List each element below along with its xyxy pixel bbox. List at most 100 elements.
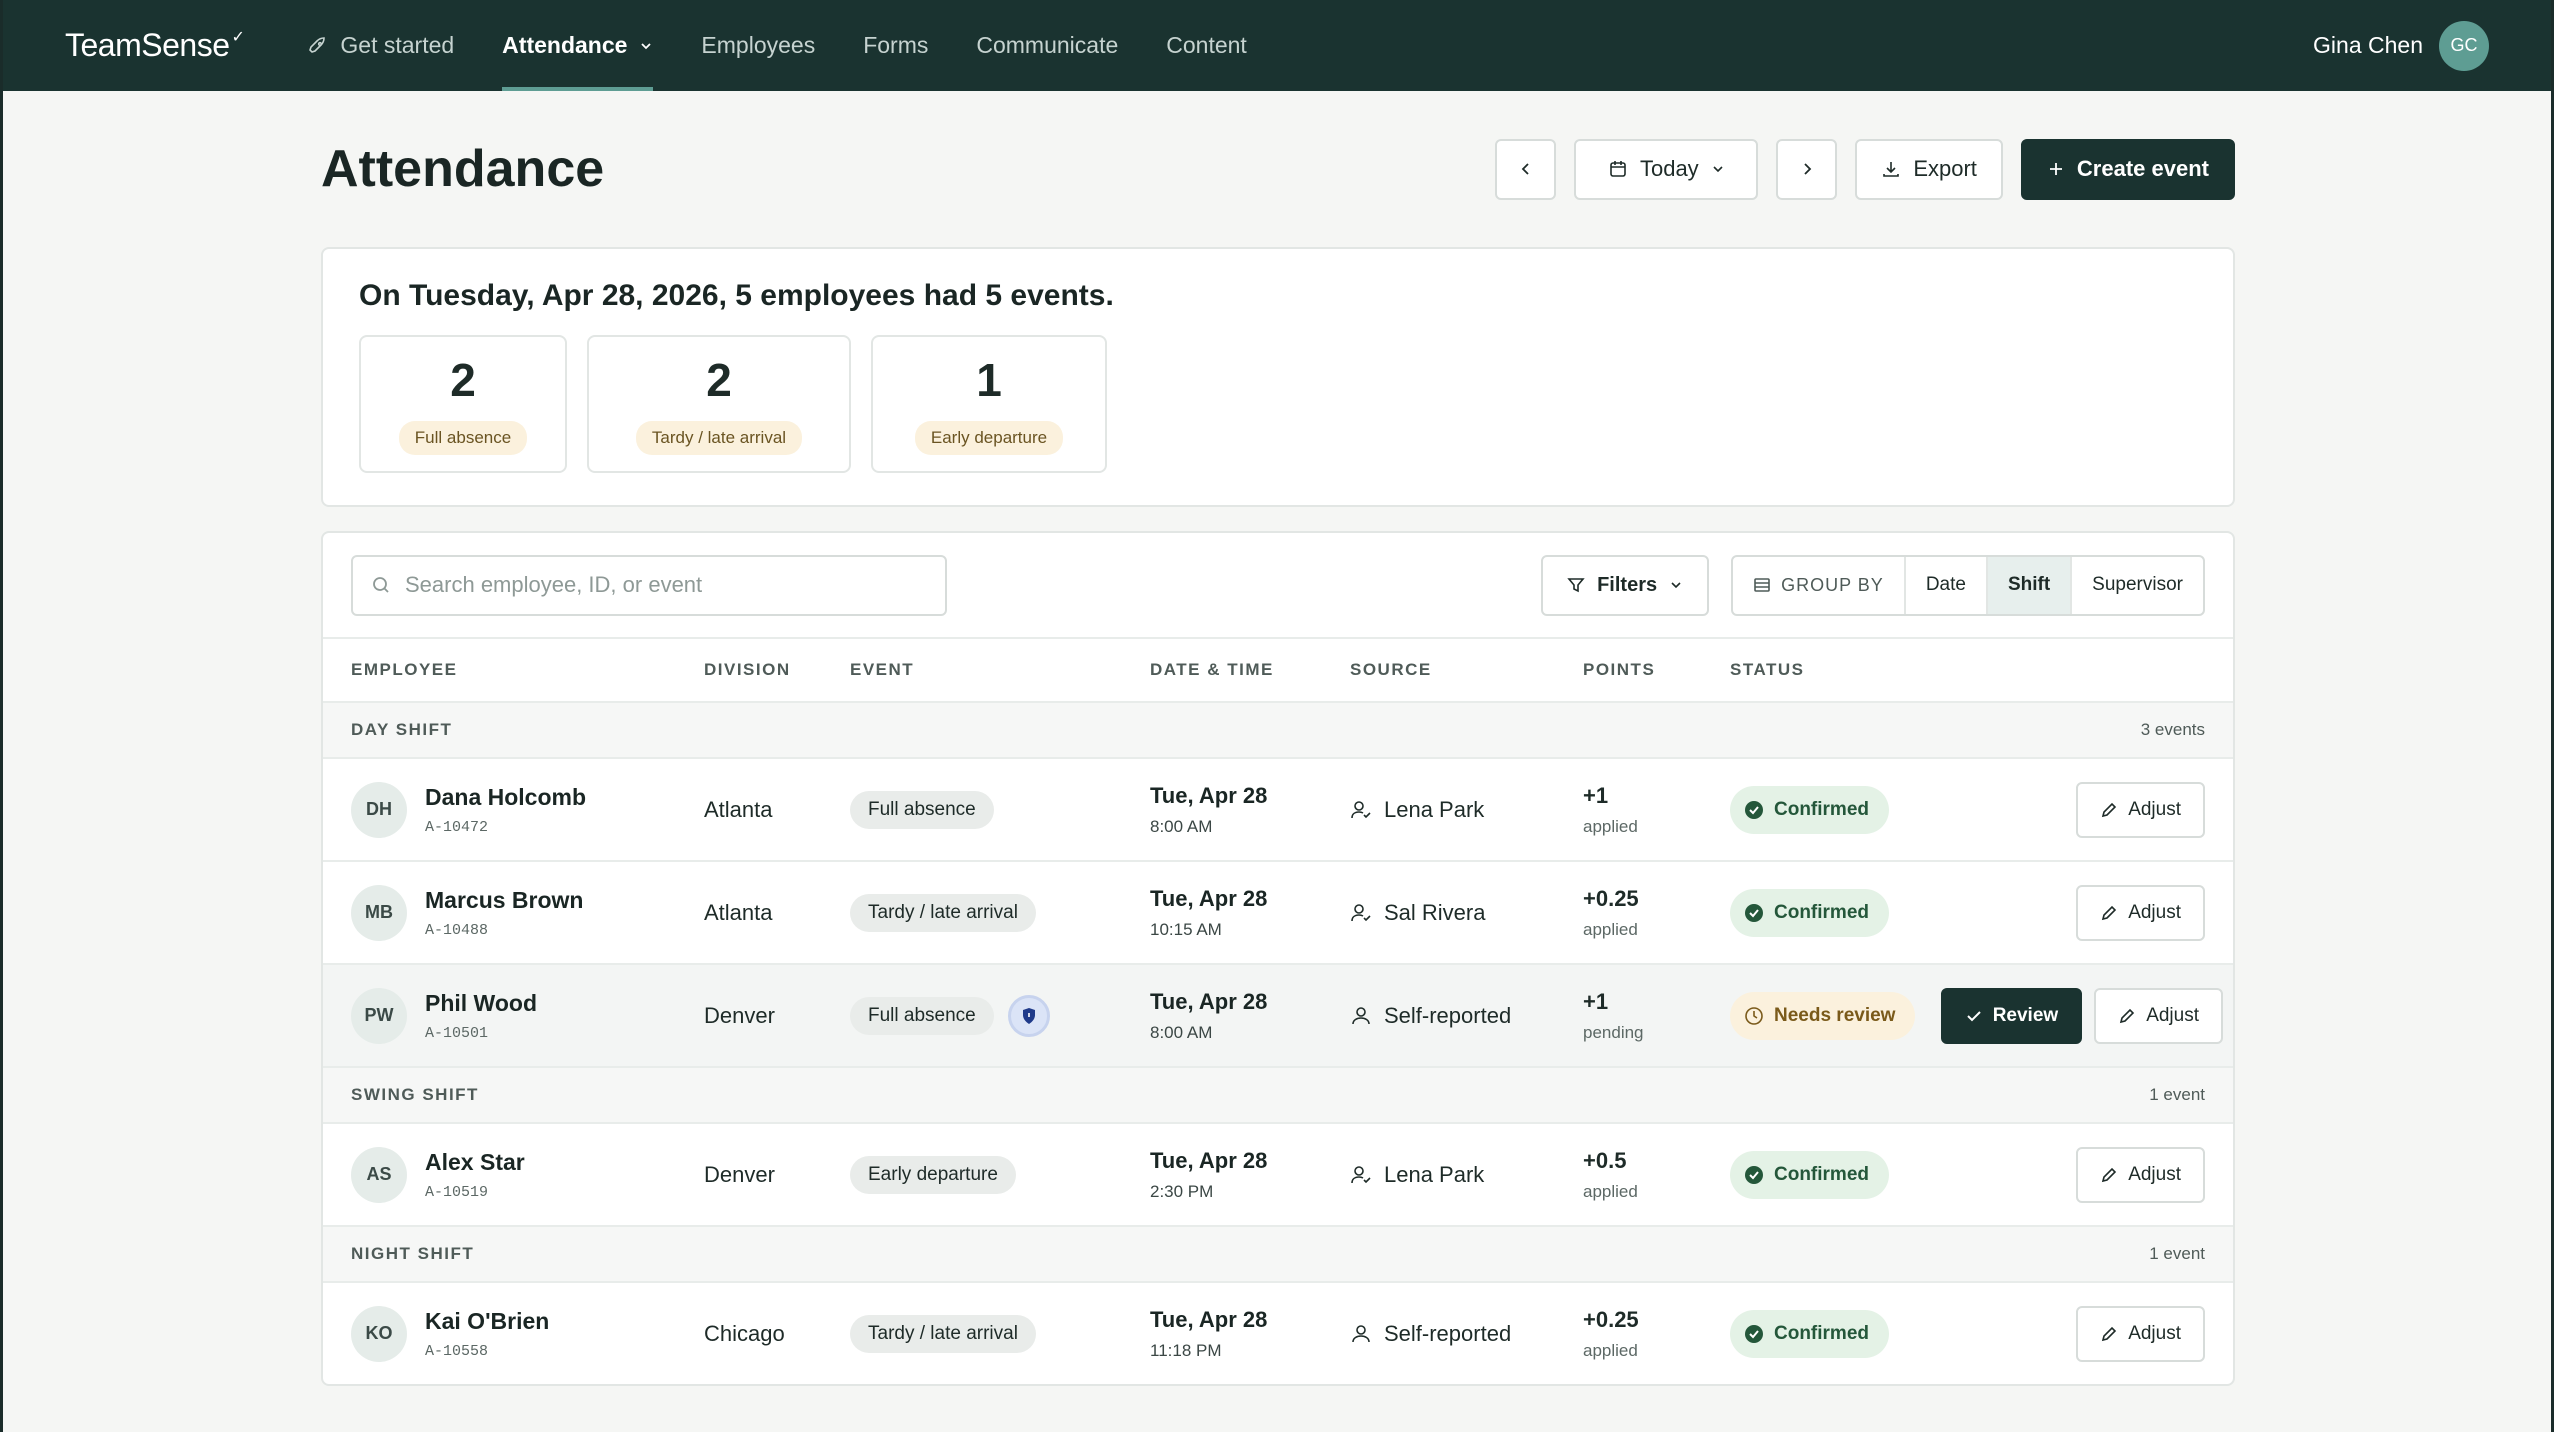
status-badge: Confirmed bbox=[1730, 1309, 1889, 1358]
adjust-button[interactable]: Adjust bbox=[2076, 1146, 2205, 1203]
event-cell: Early departure bbox=[850, 1155, 1150, 1194]
table-row[interactable]: KO Kai O'Brien A-10558 Chicago Tardy / la… bbox=[323, 1281, 2233, 1384]
event-time: 10:15 AM bbox=[1150, 919, 1222, 939]
adjust-button[interactable]: Adjust bbox=[2094, 987, 2223, 1044]
adjust-label: Adjust bbox=[2128, 901, 2181, 923]
filters-button[interactable]: Filters bbox=[1541, 554, 1710, 616]
stat-row: 2 Full absence 2 Tardy / late arrival 1 … bbox=[359, 335, 2197, 473]
group-by-supervisor[interactable]: Supervisor bbox=[2072, 557, 2203, 614]
date-selector[interactable]: Today bbox=[1574, 138, 1759, 200]
avatar: KO bbox=[351, 1305, 407, 1362]
employee-name[interactable]: Phil Wood bbox=[425, 990, 537, 1017]
search-input[interactable]: Search employee, ID, or event bbox=[351, 554, 947, 616]
col-datetime[interactable]: DATE & TIME bbox=[1150, 660, 1350, 680]
nav-forms[interactable]: Forms bbox=[863, 0, 928, 91]
adjust-button[interactable]: Adjust bbox=[2076, 884, 2205, 941]
event-cell: Full absence bbox=[850, 994, 1150, 1037]
row-actions: Adjust bbox=[2076, 884, 2205, 941]
source-cell: Self-reported bbox=[1350, 1321, 1583, 1347]
search-icon bbox=[373, 577, 389, 593]
employee-name[interactable]: Dana Holcomb bbox=[425, 784, 586, 811]
nav-label: Forms bbox=[863, 32, 929, 58]
col-points[interactable]: POINTS bbox=[1583, 660, 1730, 680]
nav-get-started[interactable]: Get started bbox=[308, 0, 454, 91]
header-actions: Today Export Create event bbox=[1495, 138, 2235, 200]
employee-name[interactable]: Marcus Brown bbox=[425, 887, 583, 914]
shield-icon[interactable] bbox=[1007, 994, 1050, 1037]
source-name: Self-reported bbox=[1384, 1002, 1512, 1028]
row-actions: Review Adjust bbox=[1940, 987, 2223, 1044]
export-button[interactable]: Export bbox=[1855, 138, 2003, 200]
employee-cell: DH Dana Holcomb A-10472 bbox=[351, 781, 704, 838]
col-status[interactable]: STATUS bbox=[1730, 660, 2233, 680]
group-option-label: Supervisor bbox=[2092, 574, 2183, 595]
group-by-shift[interactable]: Shift bbox=[1987, 556, 2073, 614]
page-title: Attendance bbox=[321, 140, 605, 198]
nav-communicate[interactable]: Communicate bbox=[976, 0, 1118, 91]
user-menu[interactable]: Gina Chen GC bbox=[2313, 20, 2489, 71]
stat-early-departure[interactable]: 1 Early departure bbox=[871, 335, 1107, 473]
points-note: applied bbox=[1583, 816, 1638, 836]
table-row[interactable]: DH Dana Holcomb A-10472 Atlanta Full abse… bbox=[323, 757, 2233, 860]
event-pill: Tardy / late arrival bbox=[850, 1314, 1036, 1353]
chevron-down-icon bbox=[1713, 166, 1723, 173]
col-source[interactable]: SOURCE bbox=[1350, 660, 1583, 680]
pencil-icon bbox=[2102, 1326, 2117, 1341]
review-button[interactable]: Review bbox=[1940, 987, 2083, 1044]
employee-name[interactable]: Alex Star bbox=[425, 1149, 525, 1176]
table-row[interactable]: MB Marcus Brown A-10488 Atlanta Tardy / l… bbox=[323, 860, 2233, 963]
employee-cell: PW Phil Wood A-10501 bbox=[351, 987, 704, 1044]
adjust-button[interactable]: Adjust bbox=[2076, 781, 2205, 838]
group-option-label: Date bbox=[1925, 574, 1966, 595]
group-header-night-shift: NIGHT SHIFT 1 event bbox=[323, 1225, 2233, 1281]
group-by-date[interactable]: Date bbox=[1906, 556, 1988, 614]
status-cell: Confirmed Adjust bbox=[1730, 1146, 2233, 1203]
table-row[interactable]: PW Phil Wood A-10501 Denver Full absence … bbox=[323, 963, 2233, 1066]
stat-tardy[interactable]: 2 Tardy / late arrival bbox=[587, 335, 851, 473]
adjust-button[interactable]: Adjust bbox=[2076, 1305, 2205, 1362]
supervisor-icon bbox=[1351, 1165, 1371, 1183]
status-badge: Confirmed bbox=[1730, 888, 1889, 937]
adjust-label: Adjust bbox=[2128, 798, 2181, 820]
group-by-control: GROUP BY Date Shift Supervisor bbox=[1731, 554, 2205, 616]
table-row[interactable]: AS Alex Star A-10519 Denver Early departu… bbox=[323, 1122, 2233, 1225]
avatar: AS bbox=[351, 1146, 407, 1203]
chevron-right-icon bbox=[1804, 163, 1812, 175]
nav-content[interactable]: Content bbox=[1166, 0, 1247, 91]
group-count: 3 events bbox=[2140, 720, 2205, 739]
event-time: 8:00 AM bbox=[1150, 816, 1213, 836]
person-icon bbox=[1352, 1324, 1370, 1342]
employee-id: A-10558 bbox=[425, 1342, 489, 1360]
clock-icon bbox=[1745, 1006, 1763, 1025]
division: Atlanta bbox=[704, 796, 773, 822]
group-header-swing-shift: SWING SHIFT 1 event bbox=[323, 1066, 2233, 1122]
next-day-button[interactable] bbox=[1776, 138, 1838, 200]
group-count: 1 event bbox=[2149, 1085, 2205, 1104]
event-time: 2:30 PM bbox=[1150, 1181, 1214, 1201]
datetime-cell: Tue, Apr 28 10:15 AM bbox=[1150, 886, 1350, 940]
col-employee[interactable]: EMPLOYEE bbox=[351, 660, 704, 680]
toolbar-right: Filters GROUP BY Date Shift Supervisor bbox=[1541, 554, 2205, 616]
logo[interactable]: TeamSense ✓ bbox=[65, 27, 245, 64]
stat-full-absence[interactable]: 2 Full absence bbox=[359, 335, 567, 473]
event-date: Tue, Apr 28 bbox=[1150, 988, 1268, 1014]
nav-employees[interactable]: Employees bbox=[701, 0, 815, 91]
points-value: +0.25 bbox=[1583, 885, 1639, 911]
event-cell: Tardy / late arrival bbox=[850, 893, 1150, 932]
col-event[interactable]: EVENT bbox=[850, 660, 1150, 680]
filter-icon bbox=[1567, 578, 1585, 593]
source-cell: Self-reported bbox=[1350, 1003, 1583, 1029]
nav-attendance[interactable]: Attendance bbox=[502, 0, 654, 91]
create-event-button[interactable]: Create event bbox=[2020, 138, 2235, 200]
event-pill: Early departure bbox=[850, 1155, 1016, 1194]
top-nav: TeamSense ✓ Get started Attendance Employ… bbox=[3, 0, 2551, 91]
employee-name[interactable]: Kai O'Brien bbox=[425, 1308, 549, 1335]
employee-id: A-10488 bbox=[425, 921, 489, 939]
col-division[interactable]: DIVISION bbox=[704, 660, 850, 680]
source-cell: Lena Park bbox=[1350, 797, 1583, 823]
division: Chicago bbox=[704, 1320, 785, 1346]
status-badge: Confirmed bbox=[1730, 785, 1889, 834]
row-actions: Adjust bbox=[2076, 781, 2205, 838]
user-avatar: GC bbox=[2439, 20, 2489, 71]
prev-day-button[interactable] bbox=[1495, 138, 1557, 200]
